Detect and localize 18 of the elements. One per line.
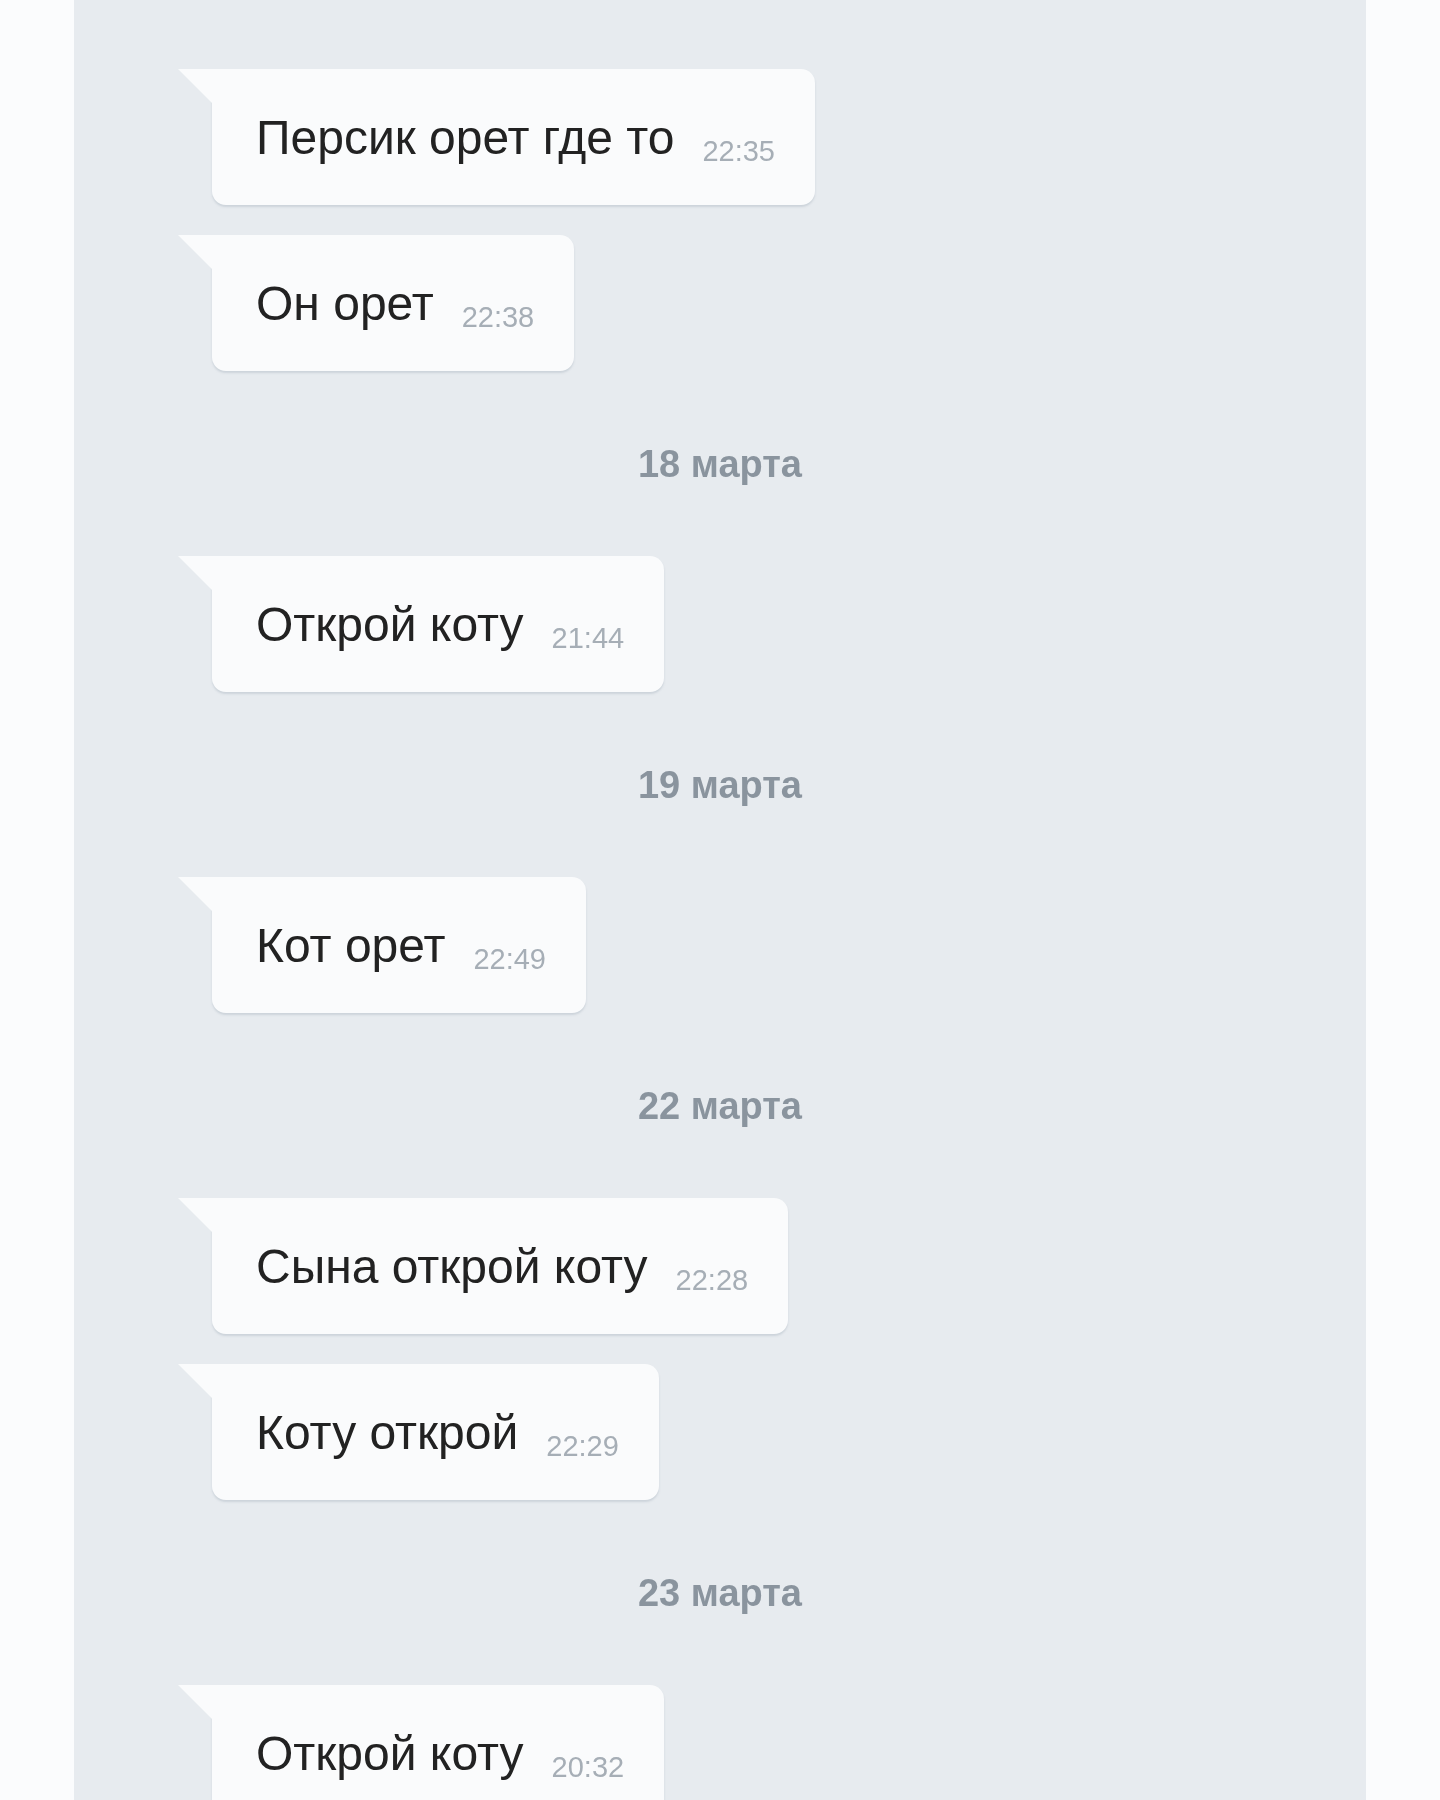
message-text: Сына открой коту <box>256 1238 648 1294</box>
message-text: Коту открой <box>256 1404 519 1460</box>
date-separator: 19 марта <box>638 764 802 807</box>
message-time: 22:35 <box>702 134 775 168</box>
message-time: 22:29 <box>546 1429 619 1463</box>
message-time: 22:49 <box>473 942 546 976</box>
message-text: Персик орет где то <box>256 109 675 165</box>
message-time: 22:38 <box>461 300 535 334</box>
date-separator: 23 марта <box>638 1572 802 1615</box>
message-time: 22:28 <box>675 1263 749 1297</box>
message-text: Он орет <box>256 275 434 331</box>
message-time: 21:44 <box>551 621 625 655</box>
message-text: Открой коту <box>256 1725 524 1781</box>
message-text: Открой коту <box>256 596 524 652</box>
message-time: 20:32 <box>551 1750 625 1784</box>
date-separator: 22 марта <box>638 1085 802 1128</box>
date-separator: 18 марта <box>638 443 802 486</box>
message-text: Кот орет <box>256 917 446 973</box>
